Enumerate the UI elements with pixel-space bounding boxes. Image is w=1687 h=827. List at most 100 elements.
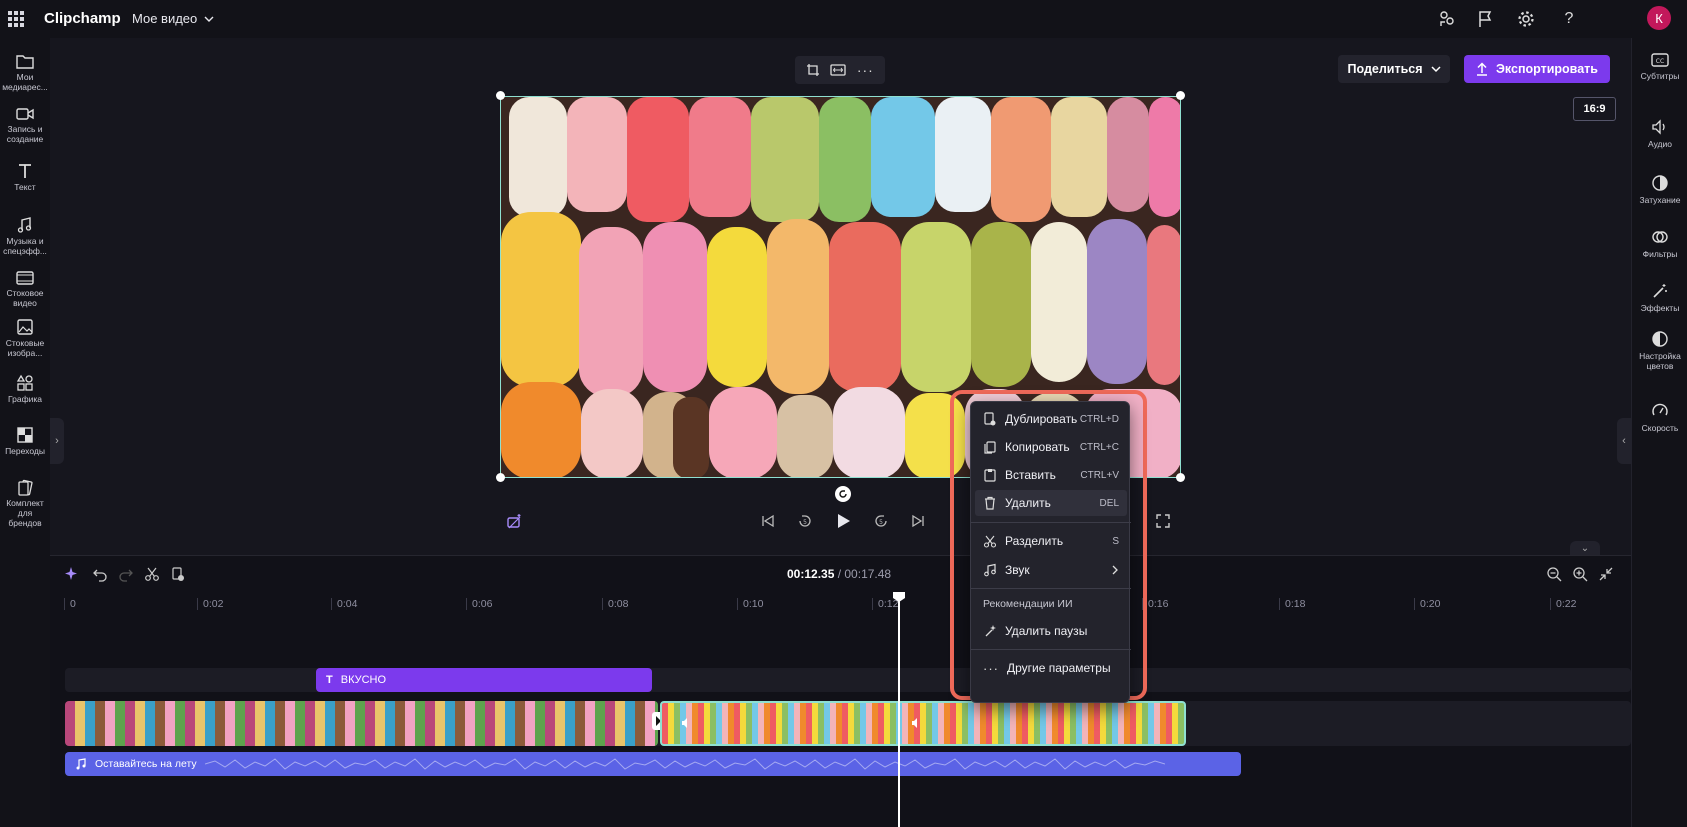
sidebar-item-label: Графика [8,394,42,404]
resize-handle-tr[interactable] [1176,91,1185,100]
sidebar-item-brand-kit[interactable]: Комплект для брендов [0,478,50,528]
project-title[interactable]: Мое видео [132,11,214,26]
filters-icon [1652,231,1668,243]
text-track [65,668,1631,692]
aspect-ratio-button[interactable]: 16:9 [1573,97,1616,121]
ruler-tick: 0 [64,598,76,610]
menu-item-duplicate[interactable]: Дублировать CTRL+D [975,406,1127,432]
sidebar-item-transitions[interactable]: Переходы [0,426,50,456]
menu-item-copy[interactable]: Копировать CTRL+C [975,434,1127,460]
rotate-handle[interactable] [835,486,851,502]
timeline-ruler[interactable]: 0 0:02 0:04 0:06 0:08 0:10 0:12 0:16 0:1… [50,592,1631,618]
undo-icon[interactable] [92,566,108,582]
sidebar-item-record[interactable]: Запись и создание [0,106,50,144]
sidebar-item-effects[interactable]: Эффекты [1632,282,1687,313]
ai-sparkle-icon[interactable] [64,566,80,582]
sidebar-item-label: Настройка цветов [1639,351,1681,371]
left-rail: Мои медиарес... Запись и создание Текст … [0,38,50,827]
rewind-5-icon[interactable]: 5 [796,512,814,530]
project-title-label: Мое видео [132,11,198,26]
ruler-tick: 0:08 [601,598,629,610]
timecode: 00:12.35 / 00:17.48 [787,567,891,581]
export-button[interactable]: Экспортировать [1464,55,1610,83]
left-panel-toggle[interactable]: › [50,418,64,464]
flag-icon[interactable] [1474,8,1496,30]
chevron-down-icon [204,16,214,22]
text-clip[interactable]: T ВКУСНО [316,668,652,692]
sidebar-item-music[interactable]: Музыка и спецэфф... [0,216,50,256]
menu-item-shortcut: S [1112,535,1119,547]
sidebar-item-color[interactable]: Настройка цветов [1632,330,1687,371]
menu-item-label: Удалить паузы [1005,624,1088,638]
sidebar-item-graphics[interactable]: Графика [0,374,50,404]
sidebar-item-audio[interactable]: Аудио [1632,118,1687,149]
video-clip-donuts[interactable] [65,701,658,746]
scissors-icon[interactable] [144,566,160,582]
menu-item-more[interactable]: ··· Другие параметры [975,655,1127,681]
fit-icon[interactable] [830,64,847,76]
play-icon[interactable] [834,512,852,530]
sidebar-item-stock-images[interactable]: Стоковые изобра... [0,318,50,358]
audio-clip[interactable]: Оставайтесь на лету [65,752,1241,776]
share-button[interactable]: Поделиться [1338,55,1450,83]
sidebar-item-fade[interactable]: Затухание [1632,174,1687,205]
context-menu: Дублировать CTRL+D Копировать CTRL+C Вст… [970,401,1131,703]
speaker-icon[interactable] [910,716,924,730]
menu-item-paste[interactable]: Вставить CTRL+V [975,462,1127,488]
right-panel-toggle[interactable]: ‹ [1617,418,1631,464]
speaker-icon[interactable] [680,716,694,730]
forward-5-icon[interactable]: 5 [872,512,890,530]
sidebar-item-text[interactable]: Текст [0,162,50,192]
sidebar-item-label: Мои медиарес... [2,72,48,92]
resize-handle-br[interactable] [1176,473,1185,482]
menu-item-label: Звук [1005,563,1030,577]
ai-sparkle-icon [985,625,996,637]
playhead[interactable] [898,594,900,827]
menu-item-sound[interactable]: Звук [975,557,1127,583]
sidebar-item-media[interactable]: Мои медиарес... [0,52,50,92]
redo-icon[interactable] [118,566,134,582]
sidebar-item-speed[interactable]: Скорость [1632,402,1687,433]
collapse-preview-toggle[interactable]: ⌄ [1570,541,1600,555]
transition-icon [17,427,33,443]
zoom-in-icon[interactable] [1572,566,1588,582]
magic-camera-icon [507,514,521,529]
zoom-out-icon[interactable] [1546,566,1562,582]
resize-handle-bl[interactable] [496,473,505,482]
sidebar-item-label: Текст [14,182,36,192]
menu-item-delete[interactable]: Удалить DEL [975,490,1127,516]
crop-icon[interactable] [806,63,820,77]
gear-icon[interactable] [1515,8,1537,30]
sidebar-item-filters[interactable]: Фильтры [1632,228,1687,259]
ruler-tick: 0:12 [871,598,899,610]
menu-item-remove-pauses[interactable]: Удалить паузы [975,618,1127,644]
brand-kit-icon [18,479,33,496]
menu-separator [971,649,1131,650]
collaborate-icon[interactable] [1436,8,1458,30]
fit-timeline-icon[interactable] [1598,566,1614,582]
skip-forward-icon[interactable] [910,513,926,529]
magic-video-button[interactable] [506,510,524,532]
sidebar-item-stock-video[interactable]: Стоковое видео [0,270,50,308]
app-brand: Clipchamp [44,10,121,27]
menu-item-split[interactable]: Разделить S [975,528,1127,554]
menu-item-label: Удалить [1005,496,1051,510]
more-options-icon[interactable]: ··· [857,62,874,78]
duplicate-icon[interactable] [170,566,186,582]
help-icon[interactable]: ? [1558,8,1580,30]
fade-icon [1652,175,1668,191]
resize-handle-tl[interactable] [496,91,505,100]
music-note-icon [17,217,32,233]
skip-back-icon[interactable] [760,513,776,529]
film-icon [16,271,34,285]
scissors-icon [983,535,997,548]
duplicate-icon [984,412,996,426]
upload-icon [1477,62,1488,76]
more-options-icon: ··· [983,660,999,676]
app-launcher-icon[interactable] [8,11,24,27]
share-button-label: Поделиться [1347,62,1423,76]
shapes-icon [16,374,33,391]
avatar[interactable]: К [1647,6,1671,30]
fullscreen-button[interactable] [1155,510,1171,532]
sidebar-item-subtitles[interactable]: CC Субтитры [1632,52,1687,81]
